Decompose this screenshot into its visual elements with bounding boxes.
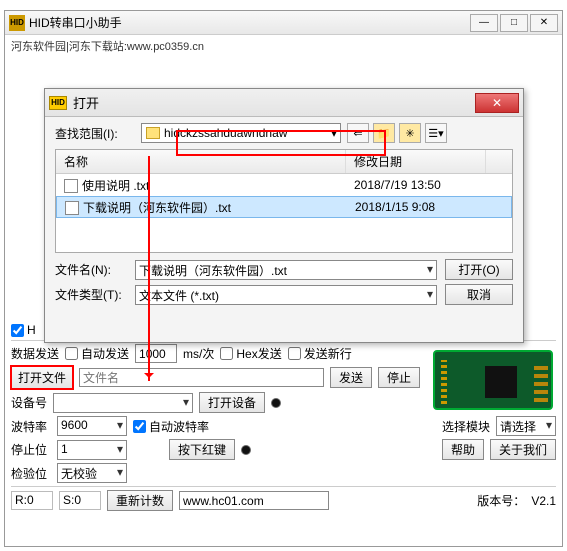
filename-combo[interactable]: 下载说明（河东软件园）.txt (135, 260, 437, 280)
stopbit-label: 停止位 (11, 441, 51, 458)
file-name: 使用说明 .txt (82, 179, 149, 193)
rx-count: R:0 (11, 491, 53, 510)
red-led-icon (241, 445, 251, 455)
chip-icon (485, 366, 517, 398)
file-list-header: 名称 修改日期 (56, 150, 512, 174)
check-label: 检验位 (11, 465, 51, 482)
device-label: 设备号 (11, 394, 47, 411)
press-red-button[interactable]: 按下红键 (169, 439, 235, 460)
about-button[interactable]: 关于我们 (490, 439, 556, 460)
file-row[interactable]: 下载说明（河东软件园）.txt 2018/1/15 9:08 (56, 196, 512, 218)
send-newline-checkbox[interactable]: 发送新行 (288, 345, 352, 362)
open-device-button[interactable]: 打开设备 (199, 392, 265, 413)
version-label: 版本号： (477, 492, 525, 509)
send-button[interactable]: 发送 (330, 367, 372, 388)
dialog-open-button[interactable]: 打开(O) (445, 259, 513, 280)
file-name: 下载说明（河东软件园）.txt (83, 201, 231, 215)
current-directory: hidckzssahduawndnaw (164, 126, 287, 140)
file-list[interactable]: 名称 修改日期 使用说明 .txt 2018/7/19 13:50 下载说明（河… (55, 149, 513, 253)
filetype-label: 文件类型(T): (55, 286, 127, 303)
address-bar: 河东软件园|河东下载站:www.pc0359.cn (5, 35, 562, 58)
help-button[interactable]: 帮助 (442, 439, 484, 460)
maximize-button[interactable]: □ (500, 14, 528, 32)
dialog-close-button[interactable]: ✕ (475, 93, 519, 113)
back-icon[interactable]: ⇐ (347, 123, 369, 143)
lookin-label: 查找范围(I): (55, 125, 135, 142)
directory-combo[interactable]: hidckzssahduawndnaw (141, 123, 341, 143)
dialog-cancel-button[interactable]: 取消 (445, 284, 513, 305)
file-date: 2018/1/15 9:08 (347, 198, 487, 216)
data-send-label: 数据发送 (11, 345, 59, 362)
filename-label: 文件名(N): (55, 261, 127, 278)
dialog-app-icon: HID (49, 96, 67, 110)
file-row[interactable]: 使用说明 .txt 2018/7/19 13:50 (56, 174, 512, 196)
pcb-module-image (433, 350, 553, 410)
stop-button[interactable]: 停止 (378, 367, 420, 388)
dialog-titlebar: HID 打开 ✕ (45, 89, 523, 117)
baud-combo[interactable]: 9600 (57, 416, 127, 436)
up-folder-icon[interactable]: 📁 (373, 123, 395, 143)
version-value: V2.1 (531, 494, 556, 508)
dialog-title: 打开 (73, 93, 475, 112)
minimize-button[interactable]: — (470, 14, 498, 32)
hidusb-checkbox[interactable]: H (11, 323, 36, 337)
device-combo[interactable] (53, 393, 193, 413)
folder-icon (146, 127, 160, 139)
new-folder-icon[interactable]: ✳ (399, 123, 421, 143)
antenna-icon (534, 362, 548, 402)
device-led-icon (271, 398, 281, 408)
open-file-button[interactable]: 打开文件 (11, 366, 73, 389)
file-name-input[interactable] (79, 368, 324, 387)
file-icon (64, 179, 78, 193)
interval-unit: ms/次 (183, 345, 214, 362)
auto-send-checkbox[interactable]: 自动发送 (65, 345, 129, 362)
hidusb-label: H (27, 323, 36, 337)
main-titlebar: HID HID转串口小助手 — □ ✕ (5, 11, 562, 35)
hex-send-checkbox[interactable]: Hex发送 (220, 345, 281, 362)
stopbit-combo[interactable]: 1 (57, 440, 127, 460)
reset-count-button[interactable]: 重新计数 (107, 490, 173, 511)
close-button[interactable]: ✕ (530, 14, 558, 32)
app-icon: HID (9, 15, 25, 31)
file-open-dialog: HID 打开 ✕ 查找范围(I): hidckzssahduawndnaw ⇐ … (44, 88, 524, 343)
tx-count: S:0 (59, 491, 101, 510)
file-date: 2018/7/19 13:50 (346, 176, 486, 194)
auto-baud-checkbox[interactable]: 自动波特率 (133, 418, 209, 435)
column-name[interactable]: 名称 (56, 150, 346, 173)
column-date[interactable]: 修改日期 (346, 150, 486, 173)
baud-label: 波特率 (11, 418, 51, 435)
site-input[interactable] (179, 491, 329, 510)
file-icon (65, 201, 79, 215)
select-module-label: 选择模块 (442, 418, 490, 435)
window-title: HID转串口小助手 (29, 14, 470, 31)
view-menu-icon[interactable]: ☰▾ (425, 123, 447, 143)
module-combo[interactable]: 请选择 (496, 416, 556, 436)
interval-input[interactable] (135, 344, 177, 363)
filetype-combo[interactable]: 文本文件 (*.txt) (135, 285, 437, 305)
check-combo[interactable]: 无校验 (57, 463, 127, 483)
